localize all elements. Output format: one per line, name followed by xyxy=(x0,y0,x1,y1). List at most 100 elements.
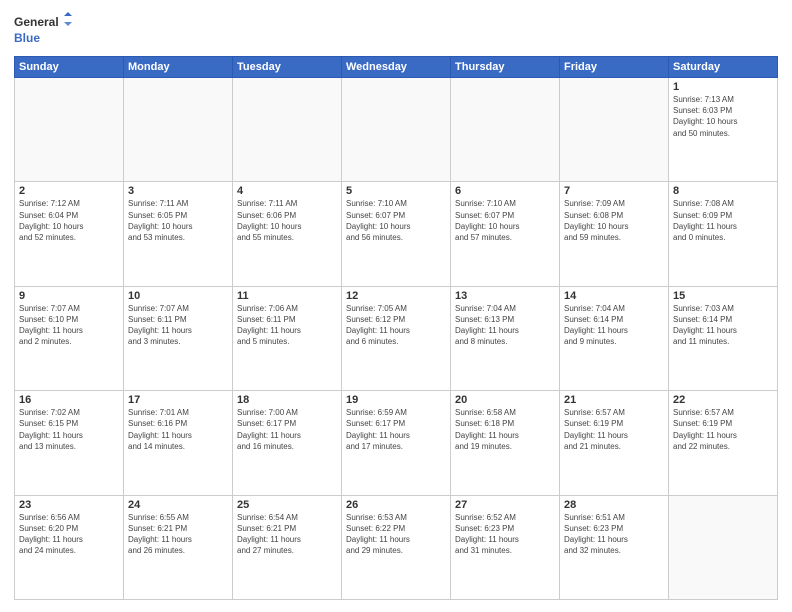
calendar-cell: 27Sunrise: 6:52 AM Sunset: 6:23 PM Dayli… xyxy=(451,495,560,599)
day-info: Sunrise: 6:56 AM Sunset: 6:20 PM Dayligh… xyxy=(19,512,119,557)
calendar-cell: 19Sunrise: 6:59 AM Sunset: 6:17 PM Dayli… xyxy=(342,391,451,495)
day-number: 5 xyxy=(346,185,446,197)
day-info: Sunrise: 7:10 AM Sunset: 6:07 PM Dayligh… xyxy=(455,198,555,243)
day-number: 19 xyxy=(346,394,446,406)
day-info: Sunrise: 6:51 AM Sunset: 6:23 PM Dayligh… xyxy=(564,512,664,557)
calendar-cell: 1Sunrise: 7:13 AM Sunset: 6:03 PM Daylig… xyxy=(669,78,778,182)
day-number: 11 xyxy=(237,290,337,302)
day-info: Sunrise: 7:10 AM Sunset: 6:07 PM Dayligh… xyxy=(346,198,446,243)
day-info: Sunrise: 7:11 AM Sunset: 6:05 PM Dayligh… xyxy=(128,198,228,243)
logo-svg: General Blue xyxy=(14,12,74,48)
calendar-table: SundayMondayTuesdayWednesdayThursdayFrid… xyxy=(14,56,778,600)
dow-header: Monday xyxy=(124,57,233,78)
calendar-cell xyxy=(233,78,342,182)
day-number: 10 xyxy=(128,290,228,302)
calendar-cell: 5Sunrise: 7:10 AM Sunset: 6:07 PM Daylig… xyxy=(342,182,451,286)
calendar-cell: 2Sunrise: 7:12 AM Sunset: 6:04 PM Daylig… xyxy=(15,182,124,286)
day-info: Sunrise: 6:54 AM Sunset: 6:21 PM Dayligh… xyxy=(237,512,337,557)
dow-header: Friday xyxy=(560,57,669,78)
calendar-cell: 21Sunrise: 6:57 AM Sunset: 6:19 PM Dayli… xyxy=(560,391,669,495)
day-number: 14 xyxy=(564,290,664,302)
calendar-cell: 15Sunrise: 7:03 AM Sunset: 6:14 PM Dayli… xyxy=(669,286,778,390)
calendar-week-row: 23Sunrise: 6:56 AM Sunset: 6:20 PM Dayli… xyxy=(15,495,778,599)
day-number: 22 xyxy=(673,394,773,406)
day-info: Sunrise: 7:07 AM Sunset: 6:11 PM Dayligh… xyxy=(128,303,228,348)
day-info: Sunrise: 6:52 AM Sunset: 6:23 PM Dayligh… xyxy=(455,512,555,557)
day-info: Sunrise: 7:07 AM Sunset: 6:10 PM Dayligh… xyxy=(19,303,119,348)
day-number: 6 xyxy=(455,185,555,197)
calendar-cell xyxy=(451,78,560,182)
day-number: 24 xyxy=(128,499,228,511)
day-info: Sunrise: 7:04 AM Sunset: 6:13 PM Dayligh… xyxy=(455,303,555,348)
day-info: Sunrise: 7:01 AM Sunset: 6:16 PM Dayligh… xyxy=(128,407,228,452)
calendar-cell: 4Sunrise: 7:11 AM Sunset: 6:06 PM Daylig… xyxy=(233,182,342,286)
day-number: 16 xyxy=(19,394,119,406)
day-info: Sunrise: 7:05 AM Sunset: 6:12 PM Dayligh… xyxy=(346,303,446,348)
calendar-cell: 9Sunrise: 7:07 AM Sunset: 6:10 PM Daylig… xyxy=(15,286,124,390)
day-info: Sunrise: 6:55 AM Sunset: 6:21 PM Dayligh… xyxy=(128,512,228,557)
day-number: 28 xyxy=(564,499,664,511)
day-info: Sunrise: 6:57 AM Sunset: 6:19 PM Dayligh… xyxy=(673,407,773,452)
calendar-cell xyxy=(669,495,778,599)
calendar-cell: 20Sunrise: 6:58 AM Sunset: 6:18 PM Dayli… xyxy=(451,391,560,495)
calendar-cell: 17Sunrise: 7:01 AM Sunset: 6:16 PM Dayli… xyxy=(124,391,233,495)
logo: General Blue xyxy=(14,12,74,48)
calendar-cell: 8Sunrise: 7:08 AM Sunset: 6:09 PM Daylig… xyxy=(669,182,778,286)
day-number: 26 xyxy=(346,499,446,511)
dow-header: Thursday xyxy=(451,57,560,78)
calendar-cell: 11Sunrise: 7:06 AM Sunset: 6:11 PM Dayli… xyxy=(233,286,342,390)
day-info: Sunrise: 6:59 AM Sunset: 6:17 PM Dayligh… xyxy=(346,407,446,452)
svg-text:General: General xyxy=(14,15,59,29)
day-number: 15 xyxy=(673,290,773,302)
day-number: 17 xyxy=(128,394,228,406)
calendar-cell: 28Sunrise: 6:51 AM Sunset: 6:23 PM Dayli… xyxy=(560,495,669,599)
day-number: 23 xyxy=(19,499,119,511)
calendar-cell: 16Sunrise: 7:02 AM Sunset: 6:15 PM Dayli… xyxy=(15,391,124,495)
day-info: Sunrise: 7:02 AM Sunset: 6:15 PM Dayligh… xyxy=(19,407,119,452)
calendar-cell xyxy=(15,78,124,182)
day-number: 18 xyxy=(237,394,337,406)
calendar-cell: 14Sunrise: 7:04 AM Sunset: 6:14 PM Dayli… xyxy=(560,286,669,390)
calendar-cell: 12Sunrise: 7:05 AM Sunset: 6:12 PM Dayli… xyxy=(342,286,451,390)
day-info: Sunrise: 7:08 AM Sunset: 6:09 PM Dayligh… xyxy=(673,198,773,243)
calendar-cell: 10Sunrise: 7:07 AM Sunset: 6:11 PM Dayli… xyxy=(124,286,233,390)
day-info: Sunrise: 6:53 AM Sunset: 6:22 PM Dayligh… xyxy=(346,512,446,557)
day-info: Sunrise: 6:57 AM Sunset: 6:19 PM Dayligh… xyxy=(564,407,664,452)
day-number: 25 xyxy=(237,499,337,511)
dow-header: Wednesday xyxy=(342,57,451,78)
day-info: Sunrise: 7:04 AM Sunset: 6:14 PM Dayligh… xyxy=(564,303,664,348)
calendar-week-row: 1Sunrise: 7:13 AM Sunset: 6:03 PM Daylig… xyxy=(15,78,778,182)
day-number: 1 xyxy=(673,81,773,93)
calendar-cell: 23Sunrise: 6:56 AM Sunset: 6:20 PM Dayli… xyxy=(15,495,124,599)
day-number: 21 xyxy=(564,394,664,406)
calendar-cell: 22Sunrise: 6:57 AM Sunset: 6:19 PM Dayli… xyxy=(669,391,778,495)
day-number: 3 xyxy=(128,185,228,197)
day-number: 4 xyxy=(237,185,337,197)
calendar-cell: 3Sunrise: 7:11 AM Sunset: 6:05 PM Daylig… xyxy=(124,182,233,286)
calendar-week-row: 9Sunrise: 7:07 AM Sunset: 6:10 PM Daylig… xyxy=(15,286,778,390)
calendar-cell xyxy=(560,78,669,182)
calendar-cell: 7Sunrise: 7:09 AM Sunset: 6:08 PM Daylig… xyxy=(560,182,669,286)
day-info: Sunrise: 7:06 AM Sunset: 6:11 PM Dayligh… xyxy=(237,303,337,348)
day-number: 8 xyxy=(673,185,773,197)
day-number: 7 xyxy=(564,185,664,197)
day-info: Sunrise: 7:11 AM Sunset: 6:06 PM Dayligh… xyxy=(237,198,337,243)
day-info: Sunrise: 6:58 AM Sunset: 6:18 PM Dayligh… xyxy=(455,407,555,452)
calendar-week-row: 2Sunrise: 7:12 AM Sunset: 6:04 PM Daylig… xyxy=(15,182,778,286)
calendar-cell xyxy=(124,78,233,182)
calendar-cell: 26Sunrise: 6:53 AM Sunset: 6:22 PM Dayli… xyxy=(342,495,451,599)
calendar-week-row: 16Sunrise: 7:02 AM Sunset: 6:15 PM Dayli… xyxy=(15,391,778,495)
day-number: 12 xyxy=(346,290,446,302)
calendar-cell: 24Sunrise: 6:55 AM Sunset: 6:21 PM Dayli… xyxy=(124,495,233,599)
header: General Blue xyxy=(14,12,778,48)
day-number: 9 xyxy=(19,290,119,302)
dow-header: Tuesday xyxy=(233,57,342,78)
day-number: 2 xyxy=(19,185,119,197)
calendar-cell: 6Sunrise: 7:10 AM Sunset: 6:07 PM Daylig… xyxy=(451,182,560,286)
svg-text:Blue: Blue xyxy=(14,31,40,45)
calendar-cell: 25Sunrise: 6:54 AM Sunset: 6:21 PM Dayli… xyxy=(233,495,342,599)
day-number: 13 xyxy=(455,290,555,302)
calendar-cell xyxy=(342,78,451,182)
calendar-cell: 18Sunrise: 7:00 AM Sunset: 6:17 PM Dayli… xyxy=(233,391,342,495)
dow-header: Saturday xyxy=(669,57,778,78)
